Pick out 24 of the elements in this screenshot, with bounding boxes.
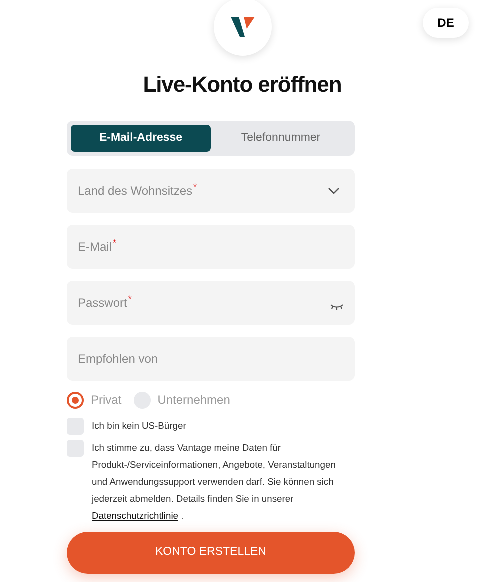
privacy-link[interactable]: Datenschutzrichtlinie bbox=[92, 510, 178, 521]
radio-option[interactable]: Unternehmen bbox=[134, 391, 230, 409]
dropdown-field[interactable]: Land des Wohnsitzes* bbox=[67, 169, 355, 213]
field-placeholder: E-Mail bbox=[78, 239, 112, 256]
field-placeholder: Empfohlen von bbox=[78, 351, 158, 368]
checkbox-label: Ich bin kein US-Bürger bbox=[92, 419, 188, 433]
input-field[interactable]: E-Mail* bbox=[67, 225, 355, 269]
required-mark: * bbox=[128, 293, 132, 306]
create-account-button[interactable]: KONTO ERSTELLEN bbox=[67, 532, 355, 574]
tab[interactable]: Telefonnummer bbox=[211, 125, 351, 152]
tab[interactable]: E-Mail-Adresse bbox=[71, 125, 211, 152]
v-logo-icon bbox=[230, 14, 256, 40]
field-placeholder: Land des Wohnsitzes bbox=[78, 183, 193, 200]
checkbox-label: Ich stimme zu, dass Vantage meine Daten für Produkt-/Serviceinformationen, Angebote, Veranstaltungen und Anwendungssupport verwenden darf. Sie können sich jederzeit abmelden. Details finden Sie in unserer Datenschutzrichtlinie . bbox=[92, 441, 337, 523]
required-mark: * bbox=[194, 181, 198, 194]
input-field[interactable]: Passwort* bbox=[67, 281, 355, 325]
page-title: Live-Konto eröffnen bbox=[143, 71, 342, 99]
radio-option[interactable]: Privat bbox=[67, 391, 122, 409]
language-button[interactable]: DE bbox=[423, 8, 469, 38]
chevron-down-icon bbox=[328, 187, 340, 195]
input-field[interactable]: Empfohlen von bbox=[67, 337, 355, 381]
field-placeholder: Passwort bbox=[78, 295, 128, 312]
required-mark: * bbox=[113, 237, 117, 250]
closed-eye-icon bbox=[330, 303, 344, 311]
